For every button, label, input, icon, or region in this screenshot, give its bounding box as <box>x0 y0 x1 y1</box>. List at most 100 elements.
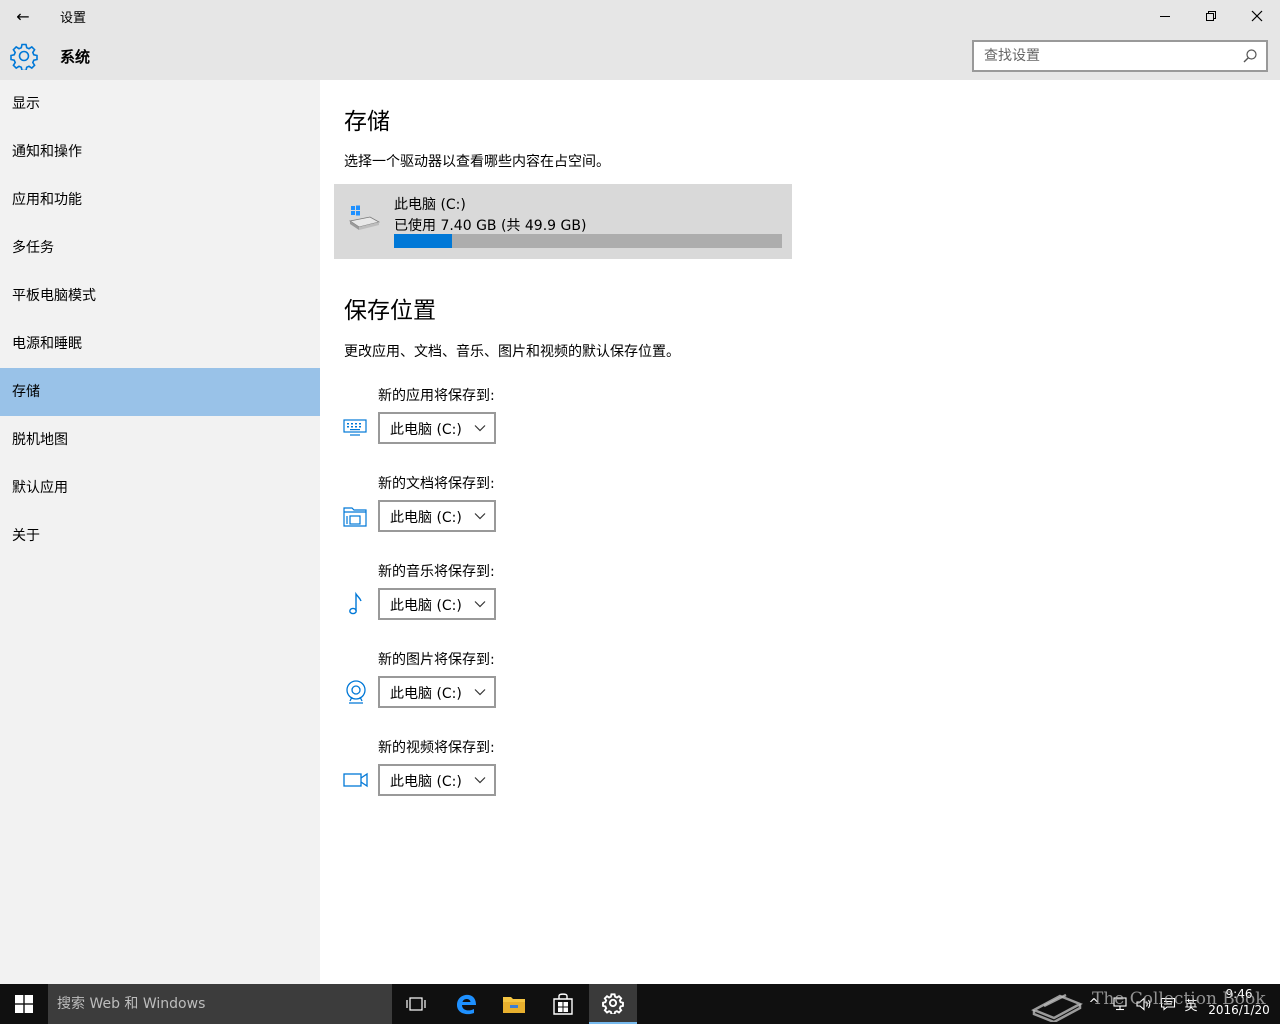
save-apps-label: 新的应用将保存到: <box>378 388 495 404</box>
main-content: 存储 选择一个驱动器以查看哪些内容在占空间。 此电脑 (C:) 已使用 7.40… <box>320 80 1280 984</box>
sidebar-item-about[interactable]: 关于 <box>0 512 320 560</box>
save-videos-label: 新的视频将保存到: <box>378 740 495 756</box>
store-icon <box>553 993 573 1015</box>
videos-icon <box>343 772 368 788</box>
apps-icon <box>343 419 367 436</box>
edge-icon <box>457 994 476 1015</box>
taskbar-clock[interactable]: 9:46 2016/1/20 <box>1204 986 1274 1022</box>
folder-icon <box>503 997 525 1013</box>
restore-button[interactable] <box>1188 0 1234 32</box>
restore-icon <box>1206 11 1216 21</box>
save-pictures-label: 新的图片将保存到: <box>378 652 495 668</box>
chevron-down-icon <box>474 601 486 608</box>
dropdown-value: 此电脑 (C:) <box>390 774 462 790</box>
sidebar-item-label: 平板电脑模式 <box>12 288 96 304</box>
sidebar-item-label: 电源和睡眠 <box>12 336 82 352</box>
chevron-down-icon <box>474 777 486 784</box>
chevron-up-icon: ^ <box>1088 996 1100 1012</box>
music-icon <box>349 591 362 615</box>
window-title: 设置 <box>60 11 87 26</box>
close-icon <box>1251 10 1263 22</box>
volume-icon <box>1136 997 1151 1011</box>
storage-description: 选择一个驱动器以查看哪些内容在占空间。 <box>344 154 610 170</box>
search-box[interactable] <box>972 40 1268 72</box>
back-arrow-icon: ← <box>16 6 30 26</box>
sidebar-item-label: 存储 <box>12 384 40 400</box>
drive-usage-text: 已使用 7.40 GB (共 49.9 GB) <box>394 218 587 234</box>
chevron-down-icon <box>474 513 486 520</box>
sidebar-item-label: 多任务 <box>12 240 54 256</box>
sidebar-item-label: 显示 <box>12 96 40 112</box>
drive-name: 此电脑 (C:) <box>394 197 466 213</box>
sidebar-item-multitasking[interactable]: 多任务 <box>0 224 320 272</box>
sidebar-item-notifications[interactable]: 通知和操作 <box>0 128 320 176</box>
minimize-button[interactable] <box>1142 0 1188 32</box>
settings-header: 系统 <box>0 32 1280 80</box>
input-language-button[interactable]: 英 <box>1180 984 1202 1024</box>
task-view-button[interactable] <box>392 984 440 1024</box>
sidebar-item-apps-features[interactable]: 应用和功能 <box>0 176 320 224</box>
settings-app[interactable] <box>589 984 637 1024</box>
tray-overflow-button[interactable]: ^ <box>1084 984 1104 1024</box>
sidebar-item-default-apps[interactable]: 默认应用 <box>0 464 320 512</box>
gear-icon <box>10 43 38 70</box>
network-icon <box>1113 997 1127 1011</box>
back-button[interactable]: ← <box>8 2 38 30</box>
sidebar: 显示 通知和操作 应用和功能 多任务 平板电脑模式 电源和睡眠 存储 脱机地图 … <box>0 80 320 984</box>
save-videos-dropdown[interactable]: 此电脑 (C:) <box>378 764 496 796</box>
drive-usage-bar <box>394 234 782 248</box>
sidebar-item-label: 默认应用 <box>12 480 68 496</box>
save-documents-dropdown[interactable]: 此电脑 (C:) <box>378 500 496 532</box>
documents-icon <box>343 507 367 527</box>
save-music-dropdown[interactable]: 此电脑 (C:) <box>378 588 496 620</box>
save-locations-description: 更改应用、文档、音乐、图片和视频的默认保存位置。 <box>344 344 680 360</box>
windows-logo-icon <box>15 995 33 1013</box>
drive-icon <box>348 205 380 230</box>
sidebar-item-power-sleep[interactable]: 电源和睡眠 <box>0 320 320 368</box>
volume-button[interactable] <box>1132 984 1156 1024</box>
save-music-label: 新的音乐将保存到: <box>378 564 495 580</box>
taskbar: 搜索 Web 和 Windows ^ 英 9:46 2016/1/20 <box>0 984 1280 1024</box>
notification-icon <box>1160 997 1176 1011</box>
minimize-icon <box>1160 16 1170 17</box>
sidebar-item-display[interactable]: 显示 <box>0 80 320 128</box>
save-pictures-dropdown[interactable]: 此电脑 (C:) <box>378 676 496 708</box>
close-button[interactable] <box>1234 0 1280 32</box>
sidebar-item-offline-maps[interactable]: 脱机地图 <box>0 416 320 464</box>
title-bar: ← 设置 <box>0 0 1280 32</box>
storage-heading: 存储 <box>344 109 390 135</box>
save-apps-dropdown[interactable]: 此电脑 (C:) <box>378 412 496 444</box>
drive-usage-bar-fill <box>394 234 452 248</box>
pictures-icon <box>346 680 366 704</box>
edge-app[interactable] <box>442 984 490 1024</box>
sidebar-item-label: 脱机地图 <box>12 432 68 448</box>
clock-time: 9:46 <box>1225 987 1253 1001</box>
input-language-label: 英 <box>1184 998 1198 1014</box>
dropdown-value: 此电脑 (C:) <box>390 686 462 702</box>
save-locations-heading: 保存位置 <box>344 298 436 324</box>
chevron-down-icon <box>474 425 486 432</box>
action-center-button[interactable] <box>1156 984 1180 1024</box>
search-icon[interactable] <box>1242 48 1258 64</box>
network-button[interactable] <box>1108 984 1132 1024</box>
dropdown-value: 此电脑 (C:) <box>390 598 462 614</box>
clock-date: 2016/1/20 <box>1208 1003 1270 1017</box>
sidebar-item-label: 应用和功能 <box>12 192 82 208</box>
start-button[interactable] <box>0 984 48 1024</box>
sidebar-item-storage[interactable]: 存储 <box>0 368 320 416</box>
taskbar-search-box[interactable]: 搜索 Web 和 Windows <box>48 984 392 1024</box>
dropdown-value: 此电脑 (C:) <box>390 510 462 526</box>
sidebar-item-tablet-mode[interactable]: 平板电脑模式 <box>0 272 320 320</box>
chevron-down-icon <box>474 689 486 696</box>
page-title: 系统 <box>60 48 91 66</box>
settings-gear-icon <box>602 993 624 1014</box>
sidebar-item-label: 通知和操作 <box>12 144 82 160</box>
sidebar-item-label: 关于 <box>12 528 40 544</box>
store-app[interactable] <box>539 984 587 1024</box>
drive-card-c[interactable]: 此电脑 (C:) 已使用 7.40 GB (共 49.9 GB) <box>334 184 792 259</box>
save-documents-label: 新的文档将保存到: <box>378 476 495 492</box>
task-view-icon <box>406 997 426 1011</box>
search-input[interactable] <box>974 42 1234 70</box>
dropdown-value: 此电脑 (C:) <box>390 422 462 438</box>
file-explorer-app[interactable] <box>490 984 538 1024</box>
